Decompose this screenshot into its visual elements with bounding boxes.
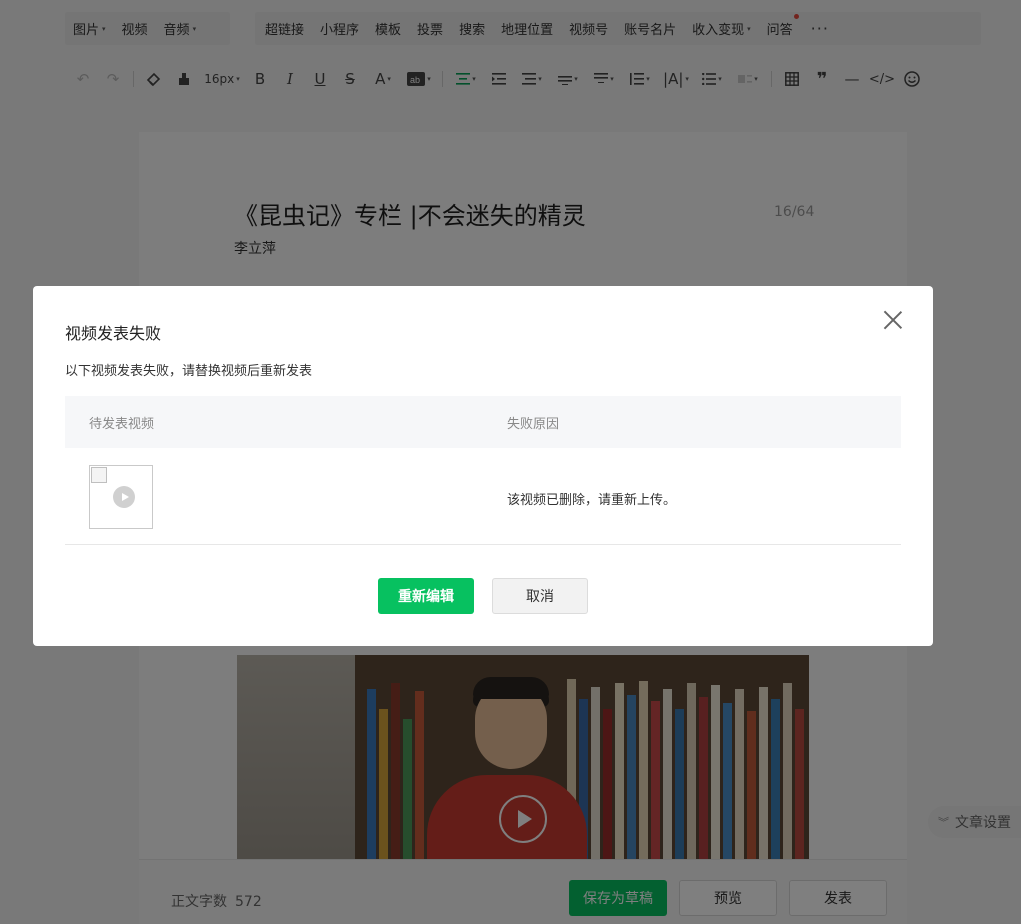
video-thumbnail: [89, 465, 153, 529]
play-icon: [113, 486, 135, 508]
close-icon[interactable]: [883, 310, 903, 330]
table-row: 该视频已删除，请重新上传。: [65, 448, 901, 545]
failure-reason: 该视频已删除，请重新上传。: [507, 493, 677, 508]
dialog-description: 以下视频发表失败，请替换视频后重新发表: [65, 364, 313, 379]
broken-image-icon: [91, 467, 107, 483]
cancel-button[interactable]: 取消: [492, 578, 588, 614]
dialog-title: 视频发表失败: [65, 324, 162, 343]
re-edit-button[interactable]: 重新编辑: [378, 578, 474, 614]
video-publish-failed-dialog: 视频发表失败 以下视频发表失败，请替换视频后重新发表 待发表视频 失败原因 该视…: [33, 286, 933, 646]
column-header-video: 待发表视频: [89, 417, 155, 432]
column-header-reason: 失败原因: [507, 417, 560, 432]
table-header: 待发表视频 失败原因: [65, 396, 901, 448]
